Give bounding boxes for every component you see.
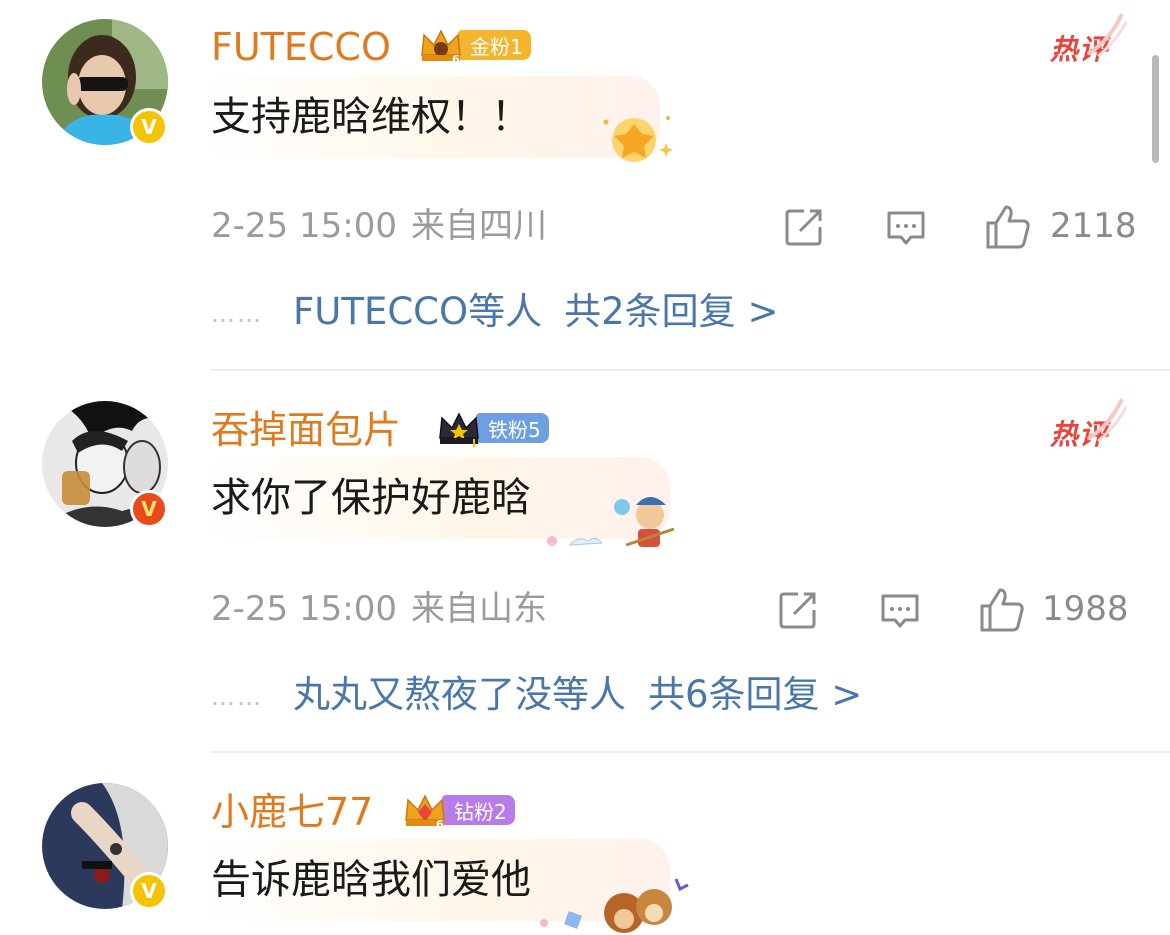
reply-dots: …… bbox=[211, 299, 263, 328]
reply-users: FUTECCO等人 bbox=[293, 290, 543, 333]
reply-dots: …… bbox=[211, 682, 263, 711]
bear-sticker-icon bbox=[540, 878, 689, 933]
comment-item: V 吞掉面包片 I 铁粉5 热评 求你了保护好鹿晗 2-25 15:00 来自山东 bbox=[0, 371, 1170, 753]
verified-v-icon: V bbox=[130, 872, 168, 910]
replies-link[interactable]: …… FUTECCO等人 共2条回复 > bbox=[211, 293, 778, 330]
comment-text: 支持鹿晗维权！！ bbox=[211, 94, 531, 140]
fan-badge[interactable]: 6 金粉1 bbox=[418, 28, 531, 65]
reply-count: 共2条回复 > bbox=[564, 290, 779, 333]
like-count: 2118 bbox=[1050, 206, 1137, 246]
star-medal-icon bbox=[603, 116, 673, 162]
verified-v-icon: V bbox=[130, 108, 168, 146]
like-thumb-icon[interactable] bbox=[984, 203, 1032, 251]
comment-icon[interactable] bbox=[878, 588, 922, 632]
hot-swoosh-icon bbox=[1086, 398, 1128, 443]
fan-badge[interactable]: I 铁粉5 bbox=[436, 411, 549, 448]
comment-meta: 2-25 15:00 来自四川 bbox=[211, 209, 547, 243]
comment-item: V FUTECCO 6 金粉1 热评 支持鹿晗维权！！ 2-25 15:00 来自… bbox=[0, 0, 1170, 370]
svg-text:I: I bbox=[472, 437, 476, 448]
replies-link[interactable]: …… 丸丸又熬夜了没等人 共6条回复 > bbox=[211, 676, 862, 713]
repost-icon[interactable] bbox=[782, 205, 826, 249]
fan-badge[interactable]: 6 钻粉2 bbox=[402, 793, 515, 830]
comment-meta: 2-25 15:00 来自山东 bbox=[211, 592, 547, 626]
fan-badge-label: 钻粉2 bbox=[442, 795, 515, 825]
svg-text:6: 6 bbox=[436, 818, 444, 830]
username[interactable]: 小鹿七77 bbox=[211, 793, 373, 831]
fan-badge-label: 金粉1 bbox=[458, 30, 531, 60]
comment-icon[interactable] bbox=[884, 205, 928, 249]
cartoon-character-icon bbox=[547, 497, 675, 547]
comment-text: 求你了保护好鹿晗 bbox=[211, 475, 531, 521]
username[interactable]: FUTECCO bbox=[211, 28, 391, 66]
crown-icon: 6 bbox=[421, 29, 461, 65]
timestamp: 2-25 15:00 bbox=[211, 589, 397, 629]
location: 来自山东 bbox=[410, 589, 547, 629]
svg-text:6: 6 bbox=[452, 53, 460, 65]
location: 来自四川 bbox=[410, 206, 547, 246]
verified-v-icon: V bbox=[130, 490, 168, 528]
username[interactable]: 吞掉面包片 bbox=[211, 411, 401, 449]
reply-count: 共6条回复 > bbox=[648, 673, 863, 716]
hot-swoosh-icon bbox=[1086, 13, 1128, 58]
reply-users: 丸丸又熬夜了没等人 bbox=[293, 673, 626, 716]
like-count: 1988 bbox=[1042, 589, 1129, 629]
repost-icon[interactable] bbox=[776, 588, 820, 632]
crown-icon: I bbox=[439, 412, 479, 448]
comment-text: 告诉鹿晗我们爱他 bbox=[211, 857, 531, 903]
fan-badge-label: 铁粉5 bbox=[476, 413, 549, 443]
timestamp: 2-25 15:00 bbox=[211, 206, 397, 246]
crown-icon: 6 bbox=[405, 794, 445, 830]
like-thumb-icon[interactable] bbox=[978, 586, 1026, 634]
comment-item: V 小鹿七77 6 钻粉2 告诉鹿晗我们爱他 bbox=[0, 753, 1170, 935]
